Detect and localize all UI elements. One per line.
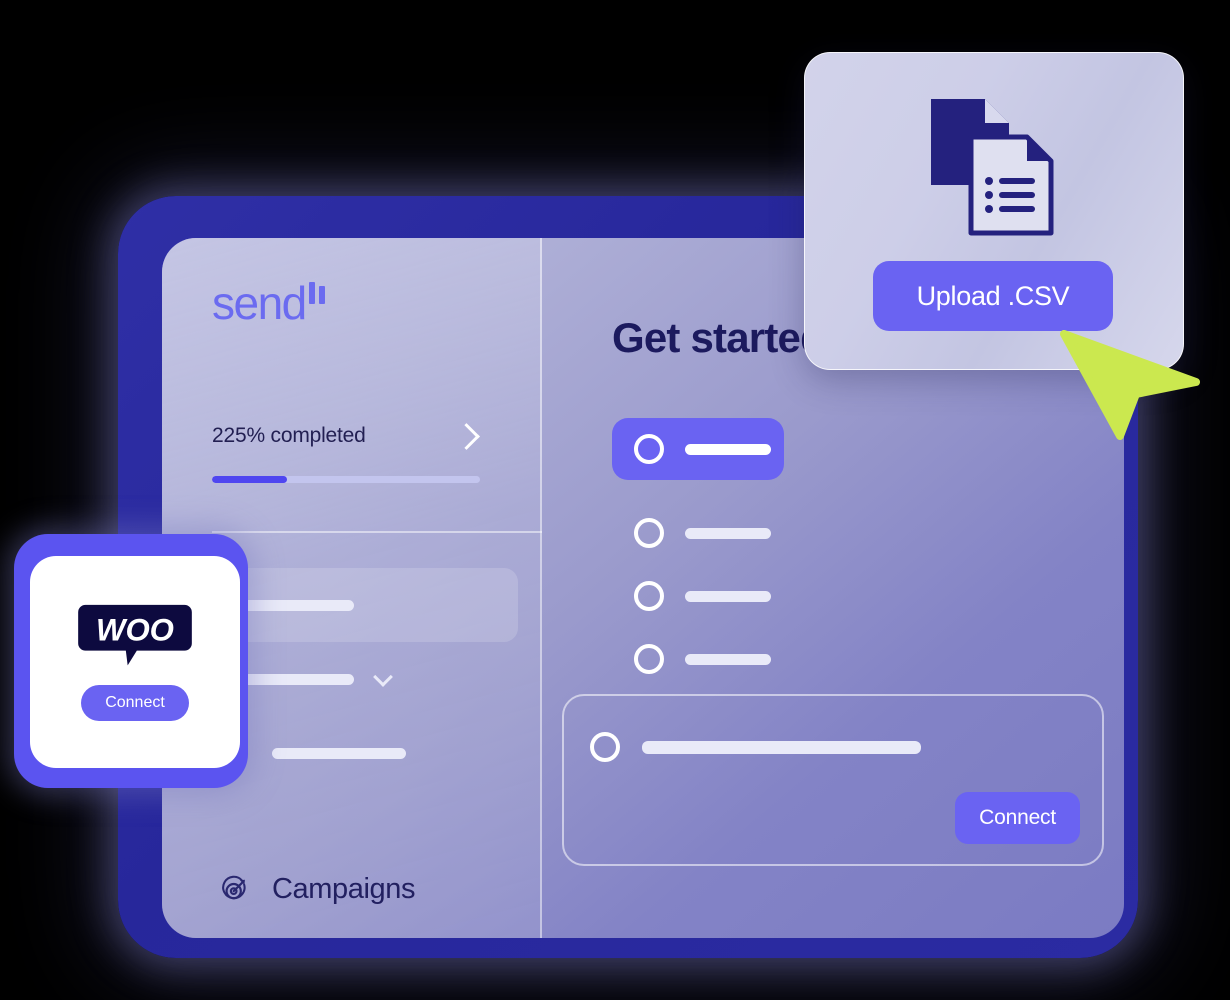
connect-button[interactable]: Connect — [955, 792, 1080, 844]
upload-csv-button[interactable]: Upload .CSV — [873, 261, 1113, 331]
csv-icon-wrap — [805, 93, 1183, 241]
checklist-item-3-radio-icon[interactable] — [634, 581, 664, 611]
woocommerce-logo-text: WOO — [96, 613, 174, 648]
woocommerce-logo: WOO — [78, 604, 192, 666]
progress-label: 225% completed — [212, 424, 366, 447]
woocommerce-card: WOO Connect — [14, 534, 248, 788]
progress-bar-track — [212, 476, 480, 483]
checklist-item-1-radio-icon[interactable] — [634, 434, 664, 464]
chevron-down-icon[interactable] — [373, 666, 393, 687]
checklist-item-1[interactable] — [612, 418, 784, 480]
progress-bar-fill — [212, 476, 288, 483]
connect-panel-label-placeholder — [642, 740, 921, 754]
getting-started-checklist — [612, 418, 1082, 691]
brand-name: send — [212, 277, 307, 329]
target-arrow-icon — [222, 875, 246, 899]
checklist-item-3[interactable] — [612, 565, 1082, 627]
woocommerce-connect-button[interactable]: Connect — [81, 685, 189, 721]
connect-panel-row — [590, 732, 921, 762]
brand-logo: send — [212, 280, 325, 326]
chevron-right-icon[interactable] — [453, 422, 480, 450]
sidebar-divider — [212, 531, 542, 533]
upload-csv-card: Upload .CSV — [804, 52, 1184, 370]
illustration-stage: send 225% completed Campaigns Get starte… — [0, 0, 1230, 1000]
checklist-item-4[interactable] — [612, 628, 1082, 690]
documents-csv-icon — [931, 99, 1054, 236]
brand-mark-icon — [308, 282, 325, 304]
sidebar-item-3-label-placeholder — [272, 747, 406, 759]
checklist-item-1-label-placeholder — [685, 443, 771, 455]
connect-panel: Connect — [562, 694, 1104, 866]
connect-panel-radio-icon[interactable] — [590, 732, 620, 762]
checklist-item-2[interactable] — [612, 502, 1082, 564]
woocommerce-card-inner: WOO Connect — [30, 556, 240, 768]
checklist-item-2-radio-icon[interactable] — [634, 518, 664, 548]
page-title: Get started — [612, 314, 826, 361]
onboarding-progress[interactable]: 225% completed — [212, 422, 484, 483]
progress-header: 225% completed — [212, 422, 484, 450]
checklist-item-4-label-placeholder — [685, 653, 771, 665]
checklist-item-2-label-placeholder — [685, 527, 771, 539]
sidebar-item-campaigns-label: Campaigns — [272, 873, 416, 905]
checklist-item-3-label-placeholder — [685, 590, 771, 602]
checklist-item-4-radio-icon[interactable] — [634, 644, 664, 674]
sidebar-item-campaigns[interactable]: Campaigns — [198, 873, 437, 906]
